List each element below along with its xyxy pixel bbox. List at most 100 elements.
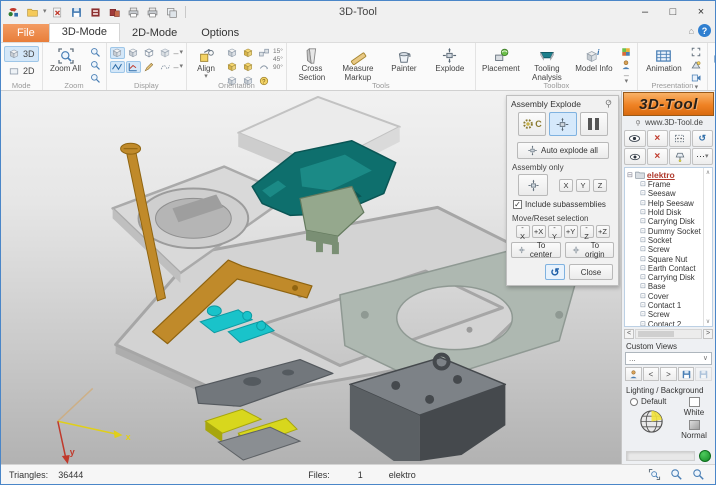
select-frame-button[interactable] xyxy=(669,130,691,147)
website-link[interactable]: www.3D-Tool.de xyxy=(645,118,703,127)
zoom-out-status-icon[interactable] xyxy=(692,468,705,481)
tree-item[interactable]: ⊡Hold Disk xyxy=(627,208,703,217)
lighting-globe-icon[interactable] xyxy=(638,408,665,435)
zoom-window-icon[interactable] xyxy=(88,59,103,71)
background-normal-option[interactable]: Normal xyxy=(677,420,711,440)
lighting-default-option[interactable]: Default xyxy=(626,397,676,406)
tab-2d-mode[interactable]: 2D-Mode xyxy=(120,25,189,42)
tree-item[interactable]: ⊡Help Seesaw xyxy=(627,199,703,208)
hscroll-track[interactable] xyxy=(635,329,702,339)
placement-button[interactable]: Placement xyxy=(479,45,523,74)
zoom-all-button[interactable]: Zoom All xyxy=(46,45,86,74)
color-grid-icon[interactable] xyxy=(619,46,634,58)
view-prev-button[interactable]: < xyxy=(643,367,660,381)
model-info-button[interactable]: Model Info xyxy=(571,45,617,74)
tab-3d-mode[interactable]: 3D-Mode xyxy=(49,23,120,42)
background-white-option[interactable]: White xyxy=(677,397,711,417)
maximize-button[interactable]: □ xyxy=(659,1,687,23)
display-shaded-icon[interactable] xyxy=(110,47,125,59)
view-back-icon[interactable] xyxy=(240,61,255,73)
explode-assembly-button[interactable] xyxy=(518,174,548,196)
white-swatch[interactable] xyxy=(689,397,700,407)
open-file-icon[interactable] xyxy=(24,4,40,20)
mode-3d-button[interactable]: 3D xyxy=(4,46,39,62)
explode-close-button[interactable]: Close xyxy=(569,264,613,280)
to-center-button[interactable]: To center xyxy=(511,242,561,258)
viewport-3d[interactable]: x y Assembly Explode C xyxy=(1,91,621,464)
explode-button[interactable]: Explode xyxy=(428,45,472,74)
rotate-free-icon[interactable] xyxy=(256,61,271,73)
hscroll-thumb[interactable] xyxy=(638,331,674,337)
tree-item[interactable]: ⊡Seesaw xyxy=(627,189,703,198)
display-caret-1[interactable]: ▾ xyxy=(180,50,184,56)
close-button[interactable]: × xyxy=(687,1,715,23)
default-radio[interactable] xyxy=(630,398,638,406)
save-file-icon[interactable] xyxy=(69,4,85,20)
hide-part-button[interactable]: × xyxy=(647,130,669,147)
tree-root-label[interactable]: elektro xyxy=(647,170,675,180)
move-minus-y-button[interactable]: -Y xyxy=(548,225,562,238)
brand-logo[interactable]: 3D-Tool xyxy=(623,92,714,116)
scroll-down-arrow[interactable]: ∨ xyxy=(706,318,710,325)
close-file-icon[interactable] xyxy=(50,4,66,20)
display-wireframe-icon[interactable] xyxy=(142,47,157,59)
move-plus-y-button[interactable]: +Y xyxy=(564,225,578,238)
auto-explode-all-button[interactable]: Auto explode all xyxy=(517,142,609,159)
help-button[interactable]: ? xyxy=(698,24,711,37)
display-transparent-icon[interactable] xyxy=(158,47,173,59)
painter-button[interactable]: Painter xyxy=(382,45,426,74)
scroll-up-arrow[interactable]: ∧ xyxy=(706,169,710,176)
zoom-in-icon[interactable] xyxy=(88,46,103,58)
copy-view-icon[interactable] xyxy=(164,4,180,20)
view-next-button[interactable]: > xyxy=(660,367,677,381)
tree-horizontal-scrollbar[interactable]: < > xyxy=(624,328,713,339)
minimize-button[interactable]: – xyxy=(631,1,659,23)
display-shaded-edges-icon[interactable] xyxy=(126,47,141,59)
tooling-analysis-button[interactable]: Tooling Analysis xyxy=(525,45,569,83)
render-icon[interactable] xyxy=(689,59,704,71)
explode-y-button[interactable]: Y xyxy=(576,179,590,192)
explode-x-button[interactable]: X xyxy=(559,179,573,192)
display-markup-icon[interactable] xyxy=(126,61,141,73)
home-icon[interactable]: ⌂ xyxy=(689,26,694,36)
display-curves-icon[interactable] xyxy=(110,61,125,73)
to-origin-button[interactable]: To origin xyxy=(565,242,615,258)
show-all-button[interactable] xyxy=(624,148,646,165)
hide-all-button[interactable]: × xyxy=(647,148,669,165)
tree-item[interactable]: ⊡Screw xyxy=(627,245,703,254)
angle-90-button[interactable]: 90° xyxy=(273,64,283,71)
custom-views-select[interactable]: ... ∨ xyxy=(625,352,712,365)
scroll-left-arrow[interactable]: < xyxy=(624,329,634,339)
more-options-button[interactable]: ⋯▾ xyxy=(692,148,714,165)
animation-button[interactable]: Animation xyxy=(641,45,687,74)
explode-panel-titlebar[interactable]: Assembly Explode xyxy=(507,96,618,111)
view-iso-1-icon[interactable] xyxy=(224,47,239,59)
normal-swatch[interactable] xyxy=(689,420,700,430)
tree-panel-toggle-icon[interactable] xyxy=(711,47,716,71)
align-caret[interactable]: ▾ xyxy=(204,74,208,80)
align-button[interactable]: Align ▾ xyxy=(190,45,222,80)
mode-2d-button[interactable]: 2D xyxy=(4,63,39,79)
tree-item[interactable]: ⊡Dummy Socket xyxy=(627,226,703,235)
tree-item[interactable]: ⊡Contact 2 xyxy=(627,319,703,327)
tree-item[interactable]: ⊡Socket xyxy=(627,236,703,245)
tree-item[interactable]: ⊡Carrying Disk xyxy=(627,217,703,226)
view-walk-button[interactable] xyxy=(625,367,642,381)
publish-exe-icon[interactable] xyxy=(88,4,104,20)
fullscreen-icon[interactable] xyxy=(689,46,704,58)
pause-button[interactable] xyxy=(580,112,608,136)
measure-markup-button[interactable]: Measure Markup xyxy=(336,45,380,83)
tree-item[interactable]: ⊡Contact 1 xyxy=(627,301,703,310)
cross-section-button[interactable]: Cross Section xyxy=(290,45,334,83)
undo-explode-button[interactable]: ↺ xyxy=(545,264,565,280)
app-logo-icon[interactable] xyxy=(5,4,21,20)
view-front-icon[interactable] xyxy=(224,61,239,73)
tree-item[interactable]: ⊡Base xyxy=(627,282,703,291)
move-plus-z-button[interactable]: +Z xyxy=(596,225,610,238)
include-subassemblies-row[interactable]: ✓ Include subassemblies xyxy=(507,198,618,212)
tree-item[interactable]: ⊡Carrying Disk xyxy=(627,273,703,282)
move-plus-x-button[interactable]: +X xyxy=(532,225,546,238)
publish-package-icon[interactable] xyxy=(107,4,123,20)
move-minus-x-button[interactable]: -X xyxy=(516,225,530,238)
zoom-dynamic-icon[interactable] xyxy=(648,468,661,481)
